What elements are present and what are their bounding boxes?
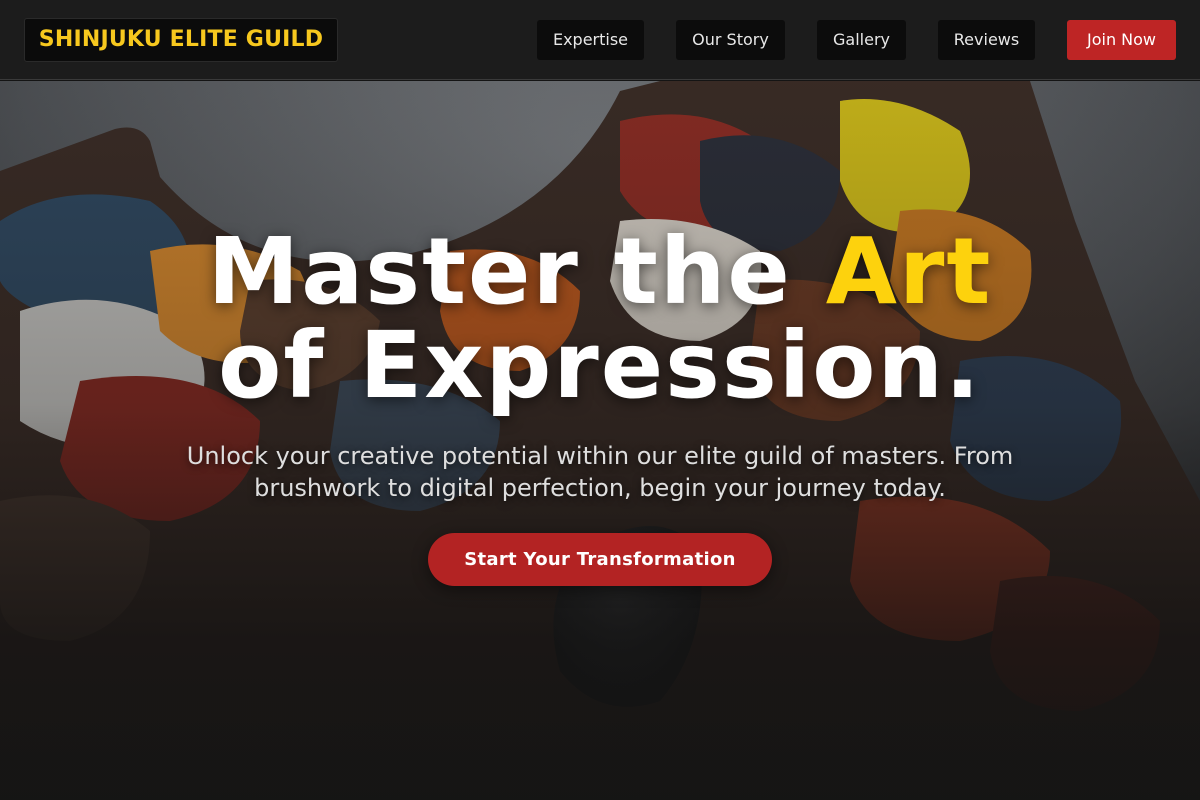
hero-subtitle: Unlock your creative potential within ou… [186,442,1014,502]
landing-page: SHINJUKU ELITE GUILD Expertise Our Story… [0,0,1200,800]
nav-link-expertise[interactable]: Expertise [537,20,644,60]
join-now-button[interactable]: Join Now [1067,20,1176,60]
nav-link-reviews[interactable]: Reviews [938,20,1035,60]
hero-headline: Master the Art of Expression. [0,225,1200,413]
headline-text-part1: Master the [207,218,826,325]
nav-link-our-story[interactable]: Our Story [676,20,785,60]
site-logo[interactable]: SHINJUKU ELITE GUILD [24,18,338,62]
nav-link-gallery[interactable]: Gallery [817,20,906,60]
headline-text-part2: of Expression. [218,312,982,419]
hero-section: Master the Art of Expression. Unlock you… [0,81,1200,800]
headline-accent-word: Art [825,218,993,325]
top-navbar: SHINJUKU ELITE GUILD Expertise Our Story… [0,0,1200,80]
start-transformation-button[interactable]: Start Your Transformation [428,533,772,586]
